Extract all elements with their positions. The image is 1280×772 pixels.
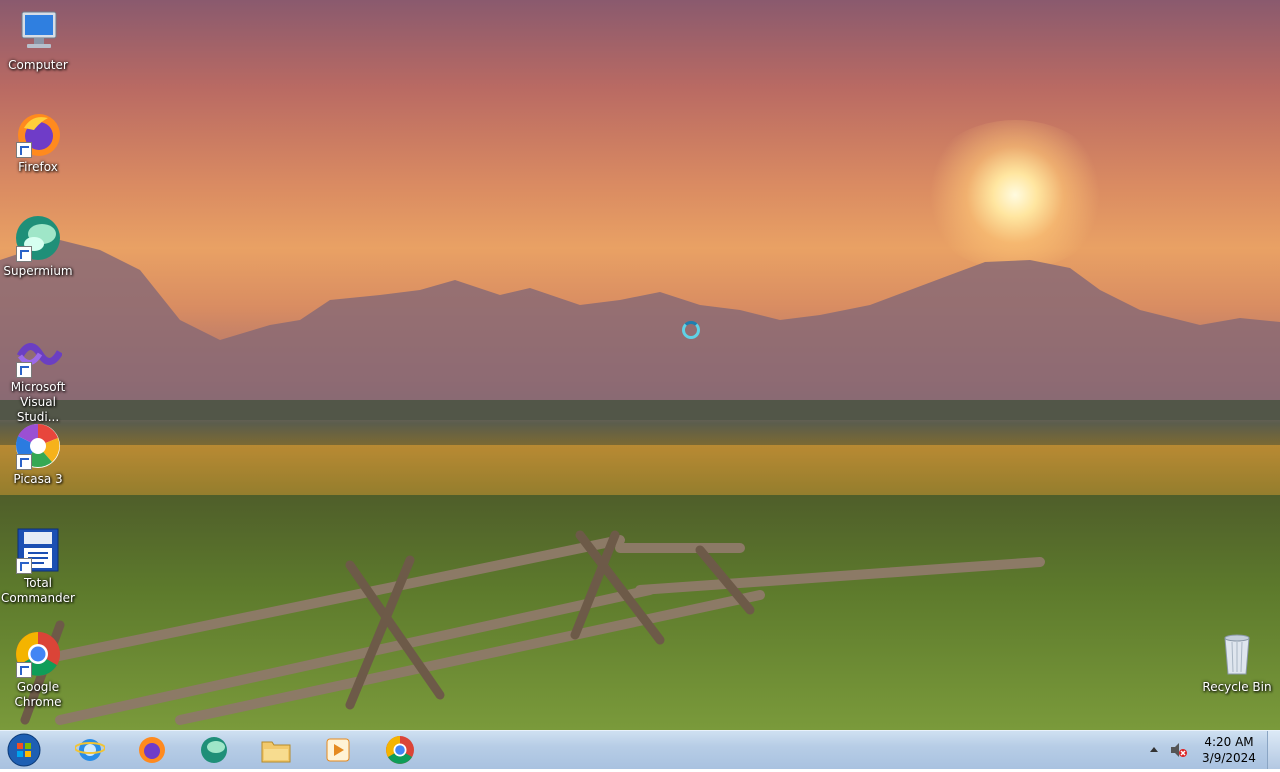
shortcut-arrow-icon [16,454,32,470]
volume-muted-icon [1171,743,1187,757]
wooden-fence [20,530,1045,725]
supermium-icon [14,214,62,262]
shortcut-arrow-icon [16,662,32,678]
desktop-icon-label: Microsoft Visual Studi... [10,380,66,424]
taskbar-firefox[interactable] [124,733,180,767]
firefox-icon [139,737,165,763]
chrome-icon [14,630,62,678]
desktop-icon-label: Recycle Bin [1202,680,1272,694]
desktop-icon-label: Google Chrome [14,680,62,709]
computer-icon [14,8,62,56]
total-commander-icon [14,526,62,574]
desktop-icon-visual-studio[interactable]: Microsoft Visual Studi... [0,330,76,425]
taskbar: 4:20 AM 3/9/2024 [0,730,1280,769]
volume-button[interactable] [1168,740,1188,760]
file-explorer-icon [261,741,291,763]
shortcut-arrow-icon [16,142,32,158]
desktop-icon-picasa[interactable]: Picasa 3 [0,422,76,487]
desktop-icon-total-commander[interactable]: Total Commander [0,526,76,606]
desktop-icon-chrome[interactable]: Google Chrome [0,630,76,710]
shortcut-arrow-icon [16,246,32,262]
show-desktop-button[interactable] [1267,731,1280,769]
busy-cursor-icon [682,321,700,339]
desktop-icon-recycle-bin[interactable]: Recycle Bin [1199,630,1275,695]
internet-explorer-icon [75,739,105,761]
shortcut-arrow-icon [16,558,32,574]
clock-time: 4:20 AM [1204,735,1254,749]
clock-date: 3/9/2024 [1202,751,1256,765]
desktop-icon-firefox[interactable]: Firefox [0,110,76,175]
desktop-icon-label: Firefox [18,160,58,174]
taskbar-file-explorer[interactable] [248,733,304,767]
firefox-icon [14,110,62,158]
supermium-icon [201,737,227,763]
media-player-icon [326,738,350,762]
mountain-range [0,240,1280,420]
start-button[interactable] [5,732,43,768]
tray-overflow-button[interactable] [1146,741,1162,757]
shortcut-arrow-icon [16,362,32,378]
taskbar-chrome[interactable] [372,733,428,767]
desktop-icon-label: Picasa 3 [13,472,63,486]
windows-logo-icon [7,733,41,767]
visual-studio-icon [14,330,64,378]
recycle-bin-icon [1213,630,1261,678]
taskbar-supermium[interactable] [186,733,242,767]
desktop-wallpaper [0,0,1280,730]
desktop-icon-computer[interactable]: Computer [0,8,76,73]
taskbar-internet-explorer[interactable] [62,733,118,767]
desktop-icon-label: Computer [8,58,68,72]
desktop-icon-label: Total Commander [1,576,75,605]
taskbar-media-player[interactable] [310,733,366,767]
desktop-icon-label: Supermium [3,264,73,278]
system-clock[interactable]: 4:20 AM 3/9/2024 [1194,734,1264,766]
chrome-icon [386,736,414,764]
desktop-icon-supermium[interactable]: Supermium [0,214,76,279]
picasa-icon [14,422,62,470]
chevron-up-icon [1150,746,1158,752]
